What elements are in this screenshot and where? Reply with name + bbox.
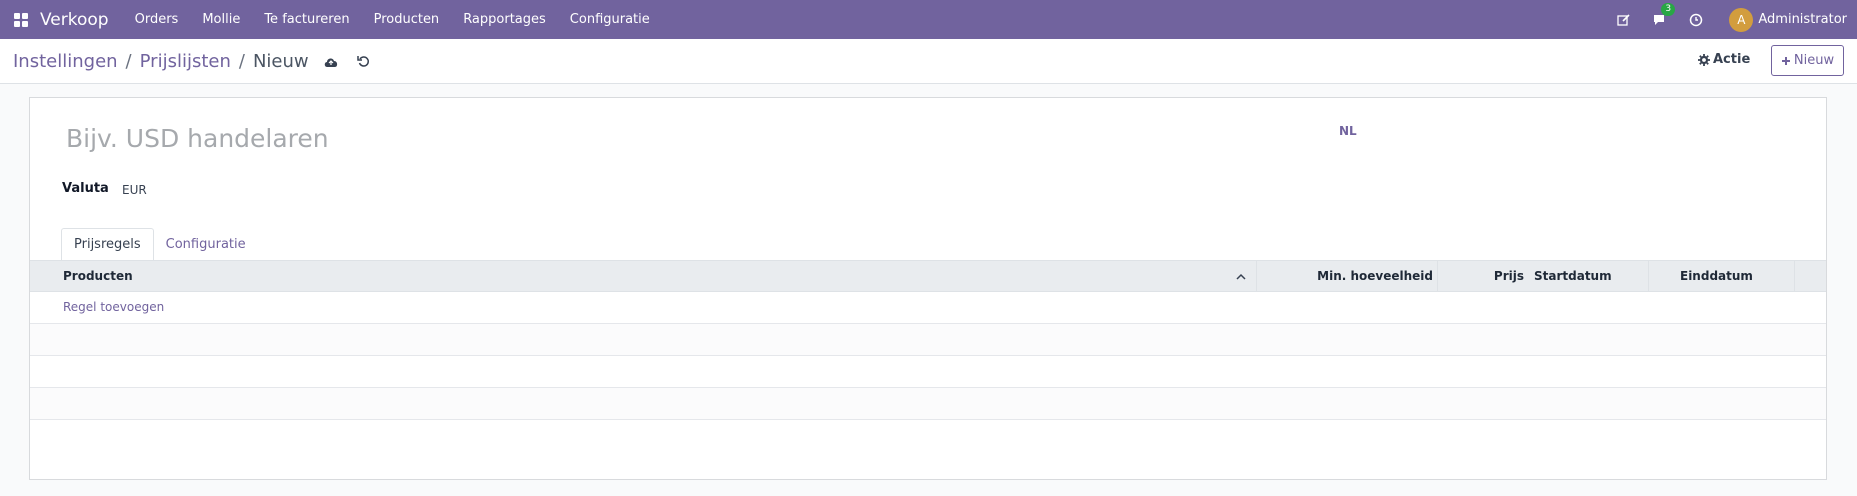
- app-brand[interactable]: Verkoop: [40, 10, 109, 30]
- breadcrumb-separator: /: [238, 51, 245, 72]
- table-header: Producten Min. hoeveelheid Prijs Startda…: [30, 260, 1826, 292]
- menu-to-invoice[interactable]: Te factureren: [252, 12, 361, 27]
- new-label: Nieuw: [1793, 53, 1835, 68]
- user-menu[interactable]: Administrator: [1758, 12, 1847, 27]
- breadcrumb-separator: /: [125, 51, 132, 72]
- new-record-button[interactable]: Nieuw: [1771, 45, 1844, 76]
- breadcrumb: Instellingen / Prijslijsten / Nieuw: [13, 51, 370, 72]
- price-rules-table: Producten Min. hoeveelheid Prijs Startda…: [30, 260, 1826, 420]
- top-navbar: Verkoop Orders Mollie Te factureren Prod…: [0, 0, 1857, 39]
- breadcrumb-current: Nieuw: [252, 51, 309, 72]
- gear-icon: [1698, 53, 1710, 66]
- table-row: [30, 388, 1826, 420]
- sort-chevron-up-icon[interactable]: [1236, 261, 1246, 291]
- messages-count-badge: 3: [1661, 2, 1676, 16]
- column-header-min-quantity[interactable]: Min. hoeveelheid: [1258, 261, 1435, 291]
- plus-icon: [1781, 56, 1790, 65]
- table-row: Regel toevoegen: [30, 292, 1826, 324]
- currency-label: Valuta: [62, 181, 109, 196]
- tab-configuration[interactable]: Configuratie: [154, 228, 258, 260]
- pricelist-name-input[interactable]: Bijv. USD handelaren: [66, 124, 329, 153]
- tab-price-rules[interactable]: Prijsregels: [61, 228, 154, 261]
- clock-icon[interactable]: [1681, 13, 1711, 27]
- discard-undo-icon[interactable]: [356, 55, 370, 68]
- column-header-end-date[interactable]: Einddatum: [1680, 261, 1753, 291]
- column-header-products[interactable]: Producten: [63, 261, 133, 291]
- action-menu-button[interactable]: Actie: [1698, 52, 1750, 67]
- currency-field[interactable]: EUR: [122, 183, 147, 197]
- menu-reporting[interactable]: Rapportages: [451, 12, 558, 27]
- form-sheet: Bijv. USD handelaren NL Valuta EUR Prijs…: [29, 97, 1827, 480]
- translate-language-button[interactable]: NL: [1339, 124, 1357, 138]
- save-cloud-icon[interactable]: [323, 56, 339, 68]
- column-header-start-date[interactable]: Startdatum: [1534, 261, 1612, 291]
- chat-icon[interactable]: 3: [1645, 2, 1676, 27]
- menu-mollie[interactable]: Mollie: [190, 12, 252, 27]
- breadcrumb-pricelists[interactable]: Prijslijsten: [140, 51, 231, 72]
- column-header-price[interactable]: Prijs: [1438, 261, 1526, 291]
- menu-products[interactable]: Producten: [362, 12, 452, 27]
- apps-grid-icon: [14, 12, 28, 27]
- user-avatar[interactable]: A: [1729, 7, 1754, 32]
- breadcrumb-settings[interactable]: Instellingen: [13, 51, 118, 72]
- menu-configuration[interactable]: Configuratie: [558, 12, 662, 27]
- control-panel: Instellingen / Prijslijsten / Nieuw Acti…: [0, 39, 1857, 84]
- menu-orders[interactable]: Orders: [123, 12, 191, 27]
- table-row: [30, 356, 1826, 388]
- add-line-link[interactable]: Regel toevoegen: [63, 300, 164, 314]
- notebook-tabs: Prijsregels Configuratie: [61, 228, 258, 261]
- table-row: [30, 324, 1826, 356]
- action-label: Actie: [1713, 52, 1751, 67]
- apps-menu-button[interactable]: [0, 0, 40, 39]
- edit-note-icon[interactable]: [1609, 13, 1639, 27]
